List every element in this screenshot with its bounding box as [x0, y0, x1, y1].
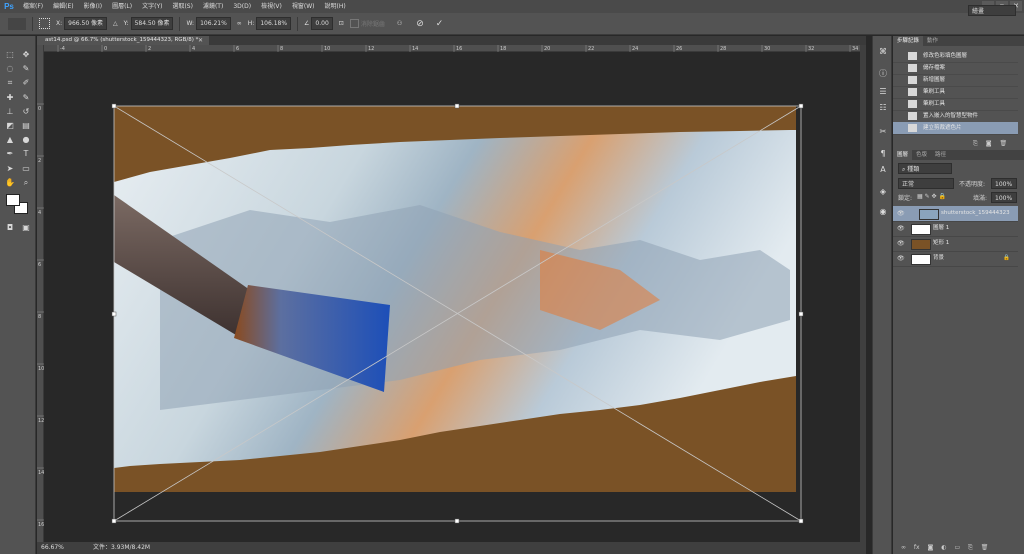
tools-preset-icon[interactable]: ✂	[876, 126, 890, 138]
ruler-label: 16	[38, 522, 44, 528]
layers-footer-icons: ∞ fx ◙ ◐ ▭ ⎘ 🗑	[901, 543, 1021, 553]
document-canvas-svg[interactable]: -4 0 2 4 6 8 10 12 14 16 18 20 22 24 26 28 30 32 34 024681…	[0, 0, 1024, 554]
ruler-label: 20	[544, 46, 550, 52]
history-panel-tabs: 步驟記錄 動作	[893, 36, 1024, 46]
history-step-icon	[908, 52, 917, 60]
opacity-field[interactable]: 100%	[991, 178, 1017, 189]
ruler-label: 30	[764, 46, 770, 52]
panel-icon-strip: ⌘ ⓘ ☰ ☷ ✂ ¶ A ◈ ◉	[872, 36, 892, 554]
ruler-label: 18	[500, 46, 506, 52]
opacity-label: 不透明度:	[959, 181, 986, 188]
ruler-label: -4	[60, 46, 65, 52]
layer-thumbnail	[911, 224, 931, 235]
delete-layer-icon[interactable]: 🗑	[981, 544, 989, 551]
search-icon: ⌕	[902, 166, 906, 173]
blend-mode-select[interactable]: 正常	[898, 178, 954, 189]
document-size[interactable]: 文件：3.93M/8.42M	[93, 542, 150, 554]
history-panel-icon[interactable]: ⌘	[876, 46, 890, 58]
tab-paths[interactable]: 路徑	[931, 150, 950, 160]
ruler-label: 10	[38, 366, 44, 372]
trash-icon[interactable]: 🗑	[999, 140, 1007, 147]
ruler-label: 12	[368, 46, 374, 52]
ruler-label: 6	[38, 262, 41, 268]
group-icon[interactable]: ▭	[954, 544, 960, 551]
layers-list: 👁 shutterstock_159444323 👁 圖層 1 👁 矩形 1 👁…	[893, 206, 1024, 272]
ruler-label: 12	[38, 418, 44, 424]
adjustment-layer-icon[interactable]: ◐	[941, 544, 946, 551]
ruler-label: 24	[632, 46, 638, 52]
horizontal-ruler-ticks: -4 0 2 4 6 8 10 12 14 16 18 20 22 24 26 28 30 32 34	[57, 45, 858, 52]
3d-panel-icon[interactable]: ◈	[876, 186, 890, 198]
ruler-label: 26	[676, 46, 682, 52]
ruler-label: 14	[38, 470, 44, 476]
ruler-label: 0	[104, 46, 107, 52]
ruler-label: 16	[456, 46, 462, 52]
ruler-label: 8	[280, 46, 283, 52]
ruler-label: 4	[192, 46, 195, 52]
lock-icon: 🔒	[1003, 255, 1010, 261]
eye-icon[interactable]: 👁	[897, 221, 905, 236]
ruler-label: 28	[720, 46, 726, 52]
right-panels: 步驟記錄 動作 修改色彩填色圖層 儲存檔案 新增圖層 筆刷工具 筆刷工具 置入嵌…	[893, 36, 1024, 554]
status-bar: 66.67% 文件：3.93M/8.42M	[37, 542, 866, 554]
layer-row[interactable]: 👁 圖層 1	[893, 221, 1018, 237]
ruler-label: 2	[148, 46, 151, 52]
eye-icon[interactable]: 👁	[897, 251, 905, 266]
lock-label: 鎖定:	[898, 195, 913, 202]
ruler-label: 32	[808, 46, 814, 52]
zoom-level[interactable]: 66.67%	[41, 542, 64, 554]
layer-thumbnail	[919, 209, 939, 220]
ruler-label: 34	[852, 46, 858, 52]
layer-row[interactable]: 👁 shutterstock_159444323	[893, 206, 1018, 222]
fx-icon[interactable]: fx	[914, 544, 920, 551]
brush-step-icon	[908, 100, 917, 108]
history-step-icon	[908, 64, 917, 72]
layer-filter-kind[interactable]: ⌕ 種類	[898, 163, 952, 174]
ruler-label: 6	[236, 46, 239, 52]
layer-comps-icon[interactable]: ◉	[876, 206, 890, 218]
snapshot-icon[interactable]: ◙	[986, 140, 992, 147]
history-list: 修改色彩填色圖層 儲存檔案 新增圖層 筆刷工具 筆刷工具 置入嵌入的智慧型物件 …	[893, 50, 1024, 138]
new-layer-icon[interactable]: ⎘	[968, 544, 973, 551]
character-panel-icon[interactable]: A	[876, 164, 890, 176]
brush-panel-icon[interactable]: ¶	[876, 148, 890, 160]
link-layers-icon[interactable]: ∞	[901, 544, 906, 551]
properties-panel-icon[interactable]: ☷	[876, 102, 890, 114]
history-step-icon	[908, 124, 917, 132]
brush-step-icon	[908, 88, 917, 96]
vertical-ruler-ticks: 0 2 4 6 8 10 12 14 16	[37, 103, 44, 528]
ruler-label: 2	[38, 158, 41, 164]
lock-icons[interactable]: ▦ ✎ ✥ 🔒	[917, 193, 946, 200]
new-document-icon[interactable]: ⎘	[973, 140, 978, 147]
ruler-label: 22	[588, 46, 594, 52]
fill-label: 填滿:	[973, 195, 988, 202]
layer-row[interactable]: 👁 背景 🔒	[893, 251, 1018, 267]
ruler-label: 4	[38, 210, 41, 216]
layer-thumbnail	[911, 239, 931, 250]
tab-history[interactable]: 步驟記錄	[893, 36, 924, 46]
eye-icon[interactable]: 👁	[897, 206, 905, 221]
tab-actions[interactable]: 動作	[923, 36, 942, 46]
adjustments-panel-icon[interactable]: ☰	[876, 86, 890, 98]
ruler-label: 10	[324, 46, 330, 52]
tab-layers[interactable]: 圖層	[893, 150, 913, 160]
history-step-icon	[908, 112, 917, 120]
layers-panel-tabs: 圖層 色版 路徑	[893, 150, 1024, 160]
mask-icon[interactable]: ◙	[928, 544, 934, 551]
ruler-label: 8	[38, 314, 41, 320]
ruler-label: 0	[38, 106, 41, 112]
layer-row[interactable]: 👁 矩形 1	[893, 236, 1018, 252]
history-footer-icons: ⎘ ◙ 🗑	[973, 140, 1021, 148]
layer-thumbnail	[911, 254, 931, 265]
ruler-label: 14	[412, 46, 418, 52]
fill-field[interactable]: 100%	[991, 192, 1017, 203]
eye-icon[interactable]: 👁	[897, 236, 905, 251]
info-panel-icon[interactable]: ⓘ	[876, 68, 890, 80]
tab-channels[interactable]: 色版	[912, 150, 931, 160]
history-step-icon	[908, 76, 917, 84]
history-item-selected[interactable]: 建立剪裁遮色片	[893, 122, 1018, 135]
